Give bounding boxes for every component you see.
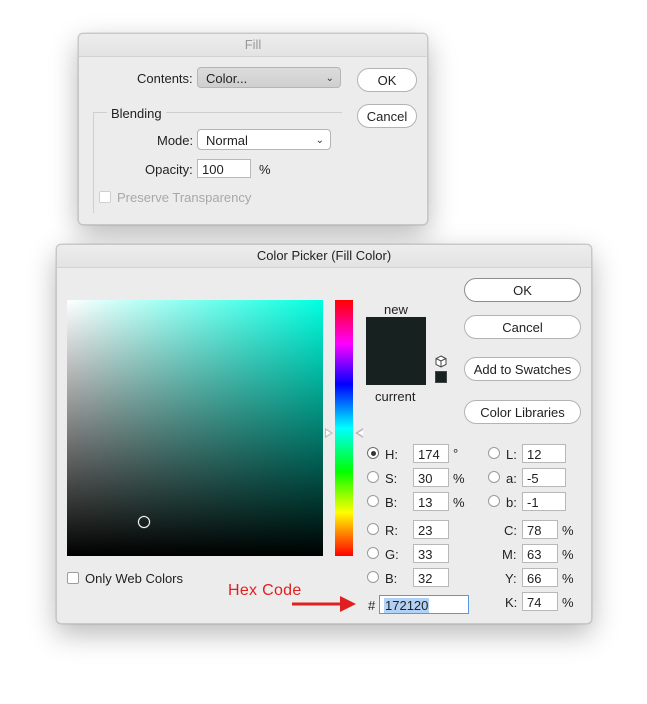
yellow-input[interactable]: 66	[522, 568, 558, 587]
current-label: current	[375, 389, 416, 404]
fill-dialog-title: Fill	[79, 34, 427, 57]
gamut-warning-cube-icon[interactable]	[435, 355, 447, 368]
color-picker-dialog: Color Picker (Fill Color) new current OK…	[56, 244, 592, 624]
red-input[interactable]: 23	[413, 520, 449, 539]
picker-cancel-button[interactable]: Cancel	[464, 315, 581, 339]
magenta-label: M:	[502, 547, 517, 562]
new-label: new	[384, 302, 408, 317]
green-input[interactable]: 33	[413, 544, 449, 563]
opacity-label: Opacity:	[145, 162, 193, 177]
yellow-label: Y:	[505, 571, 517, 586]
hex-code-annotation: Hex Code	[228, 582, 302, 599]
cyan-input[interactable]: 78	[522, 520, 558, 539]
saturation-input[interactable]: 30	[413, 468, 449, 487]
hue-input[interactable]: 174	[413, 444, 449, 463]
saturation-unit: %	[453, 471, 465, 486]
black-input[interactable]: 74	[522, 592, 558, 611]
hex-value: 172120	[384, 598, 430, 613]
preserve-transparency-checkbox[interactable]	[99, 191, 111, 203]
contents-select[interactable]: Color... ⌄	[197, 67, 341, 88]
blue-input[interactable]: 32	[413, 568, 449, 587]
chevron-down-icon: ⌄	[315, 135, 324, 146]
contents-label: Contents:	[137, 71, 193, 86]
brightness-radio[interactable]	[367, 495, 379, 507]
yellow-unit: %	[562, 571, 574, 586]
annotation-arrow-icon	[292, 596, 356, 612]
lab-b-radio[interactable]	[488, 495, 500, 507]
picker-ok-button[interactable]: OK	[464, 278, 581, 302]
lab-a-label: a:	[506, 471, 517, 486]
web-safe-color-swatch[interactable]	[435, 371, 447, 383]
blue-label: B:	[385, 571, 398, 586]
color-libraries-button[interactable]: Color Libraries	[464, 400, 581, 424]
brightness-input[interactable]: 13	[413, 492, 449, 511]
hue-unit: °	[453, 446, 459, 461]
preserve-transparency-label: Preserve Transparency	[117, 190, 252, 205]
lab-b-label: b:	[506, 495, 517, 510]
hue-radio[interactable]	[367, 447, 379, 459]
only-web-colors-label: Only Web Colors	[85, 571, 184, 586]
fill-dialog: Fill Contents: Color... ⌄ OK Cancel Blen…	[78, 33, 428, 225]
black-label: K:	[505, 595, 518, 610]
black-unit: %	[562, 595, 574, 610]
hex-input[interactable]: 172120	[379, 595, 469, 614]
only-web-colors-checkbox[interactable]	[67, 572, 79, 584]
cyan-label: C:	[504, 523, 517, 538]
saturation-label: S:	[385, 471, 398, 486]
red-label: R:	[385, 523, 398, 538]
lab-a-radio[interactable]	[488, 471, 500, 483]
hex-label: #	[368, 598, 376, 613]
lightness-label: L:	[506, 447, 517, 462]
mode-value: Normal	[206, 133, 248, 148]
blue-radio[interactable]	[367, 571, 379, 583]
lightness-input[interactable]: 12	[522, 444, 566, 463]
fill-ok-button[interactable]: OK	[357, 68, 417, 92]
magenta-unit: %	[562, 547, 574, 562]
fill-cancel-button[interactable]: Cancel	[357, 104, 417, 128]
saturation-radio[interactable]	[367, 471, 379, 483]
lab-a-input[interactable]: -5	[522, 468, 566, 487]
green-label: G:	[385, 547, 399, 562]
lab-b-input[interactable]: -1	[522, 492, 566, 511]
color-picker-title: Color Picker (Fill Color)	[57, 245, 591, 268]
green-radio[interactable]	[367, 547, 379, 559]
hue-label: H:	[385, 447, 398, 462]
new-color-swatch	[366, 317, 426, 351]
magenta-input[interactable]: 63	[522, 544, 558, 563]
color-field-cursor[interactable]	[138, 516, 150, 528]
hue-slider[interactable]	[335, 300, 353, 556]
current-color-swatch[interactable]	[366, 351, 426, 385]
cyan-unit: %	[562, 523, 574, 538]
red-radio[interactable]	[367, 523, 379, 535]
blending-label: Blending	[107, 106, 166, 121]
opacity-input[interactable]: 100	[197, 159, 251, 178]
brightness-unit: %	[453, 495, 465, 510]
lightness-radio[interactable]	[488, 447, 500, 459]
contents-value: Color...	[206, 71, 248, 86]
color-field[interactable]	[67, 300, 323, 556]
add-to-swatches-button[interactable]: Add to Swatches	[464, 357, 581, 381]
chevron-down-icon: ⌄	[325, 73, 334, 84]
mode-label: Mode:	[157, 133, 194, 148]
mode-select[interactable]: Normal ⌄	[197, 129, 331, 150]
opacity-unit: %	[259, 162, 271, 177]
brightness-label: B:	[385, 495, 398, 510]
